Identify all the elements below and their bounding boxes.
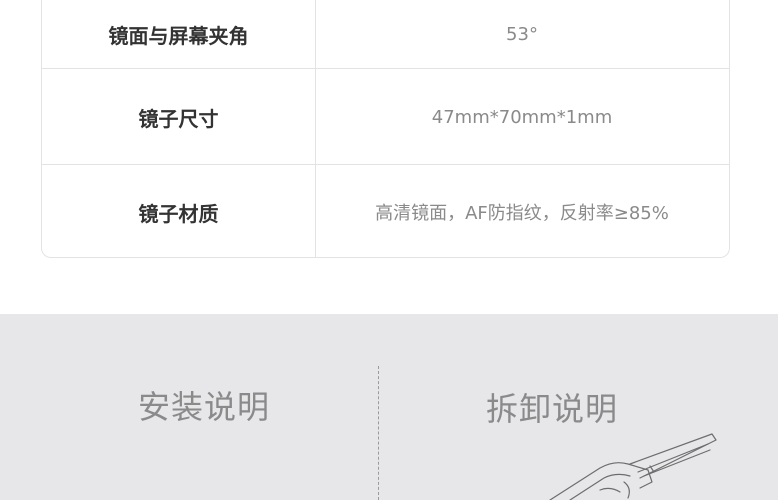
spec-table: 镜面与屏幕夹角 53° 镜子尺寸 47mm*70mm*1mm 镜子材质 高清镜面… bbox=[41, 0, 730, 258]
spec-label-mirror-angle: 镜面与屏幕夹角 bbox=[108, 23, 249, 48]
clip-illustration bbox=[549, 433, 717, 500]
spec-value-mirror-size: 47mm*70mm*1mm bbox=[431, 106, 613, 128]
table-row: 镜面与屏幕夹角 53° bbox=[42, 0, 729, 68]
spec-label-mirror-material: 镜子材质 bbox=[138, 201, 219, 226]
spec-value-mirror-angle: 53° bbox=[506, 23, 538, 45]
spec-label-mirror-size: 镜子尺寸 bbox=[138, 106, 219, 131]
table-row: 镜子材质 高清镜面，AF防指纹，反射率≥85% bbox=[42, 164, 729, 257]
install-title: 安装说明 bbox=[138, 388, 271, 426]
remove-title: 拆卸说明 bbox=[486, 390, 619, 428]
spec-value-mirror-material: 高清镜面，AF防指纹，反射率≥85% bbox=[375, 203, 669, 224]
dashed-divider bbox=[378, 366, 379, 500]
table-row: 镜子尺寸 47mm*70mm*1mm bbox=[42, 68, 729, 165]
install-instructions-section: 安装说明 拆卸说明 bbox=[0, 314, 778, 500]
